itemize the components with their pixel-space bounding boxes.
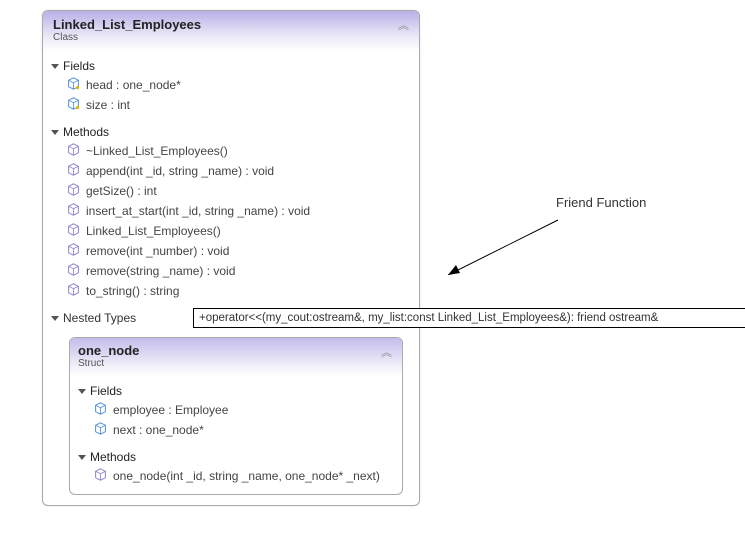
friend-function-annotation: Friend Function bbox=[556, 195, 646, 210]
nested-types-section: Nested Types +operator<<(my_cout:ostream… bbox=[43, 303, 419, 505]
struct-methods-section: Methods one_node(int _id, string _name, … bbox=[70, 442, 402, 494]
expand-triangle-icon bbox=[78, 455, 86, 460]
list-item: ~Linked_List_Employees() bbox=[51, 141, 411, 161]
annotation-arrow-icon bbox=[438, 215, 568, 275]
field-label: size : int bbox=[86, 98, 130, 112]
method-icon bbox=[67, 183, 80, 199]
methods-section: Methods ~Linked_List_Employees() append(… bbox=[43, 117, 419, 303]
collapse-chevron-icon[interactable]: ︽ bbox=[398, 17, 409, 33]
method-icon bbox=[67, 203, 80, 219]
expand-triangle-icon bbox=[51, 130, 59, 135]
list-item: insert_at_start(int _id, string _name) :… bbox=[51, 201, 411, 221]
fields-section: Fields head : one_node* size : int bbox=[43, 51, 419, 117]
class-kind: Class bbox=[53, 32, 409, 43]
list-item: head : one_node* bbox=[51, 75, 411, 95]
list-item: employee : Employee bbox=[78, 400, 394, 420]
class-diagram-box: Linked_List_Employees Class ︽ Fields hea… bbox=[42, 10, 420, 506]
fields-section-title[interactable]: Fields bbox=[51, 59, 411, 73]
field-private-icon bbox=[67, 97, 80, 113]
collapse-chevron-icon[interactable]: ︽ bbox=[381, 344, 392, 360]
list-item: remove(string _name) : void bbox=[51, 261, 411, 281]
methods-section-title[interactable]: Methods bbox=[78, 450, 394, 464]
method-label: ~Linked_List_Employees() bbox=[86, 144, 228, 158]
field-private-icon bbox=[67, 77, 80, 93]
method-icon bbox=[67, 263, 80, 279]
method-label: append(int _id, string _name) : void bbox=[86, 164, 274, 178]
list-item: getSize() : int bbox=[51, 181, 411, 201]
class-name: Linked_List_Employees bbox=[53, 17, 409, 32]
section-label: Fields bbox=[90, 384, 122, 398]
struct-diagram-box: one_node Struct ︽ Fields employee : Empl… bbox=[69, 337, 403, 495]
list-item: Linked_List_Employees() bbox=[51, 221, 411, 241]
field-label: head : one_node* bbox=[86, 78, 181, 92]
method-icon bbox=[67, 283, 80, 299]
method-label: one_node(int _id, string _name, one_node… bbox=[113, 469, 380, 483]
list-item: to_string() : string bbox=[51, 281, 411, 301]
expand-triangle-icon bbox=[51, 316, 59, 321]
fields-section-title[interactable]: Fields bbox=[78, 384, 394, 398]
list-item: one_node(int _id, string _name, one_node… bbox=[78, 466, 394, 486]
method-label: getSize() : int bbox=[86, 184, 157, 198]
methods-section-title[interactable]: Methods bbox=[51, 125, 411, 139]
field-label: employee : Employee bbox=[113, 403, 228, 417]
field-icon bbox=[94, 422, 107, 438]
friend-function-box: +operator<<(my_cout:ostream&, my_list:co… bbox=[193, 308, 745, 328]
struct-kind: Struct bbox=[78, 358, 394, 369]
method-icon bbox=[67, 143, 80, 159]
field-icon bbox=[94, 402, 107, 418]
section-label: Fields bbox=[63, 59, 95, 73]
method-icon bbox=[67, 243, 80, 259]
class-header: Linked_List_Employees Class ︽ bbox=[43, 11, 419, 51]
list-item: next : one_node* bbox=[78, 420, 394, 440]
field-label: next : one_node* bbox=[113, 423, 204, 437]
method-label: remove(string _name) : void bbox=[86, 264, 235, 278]
method-label: to_string() : string bbox=[86, 284, 179, 298]
section-label: Nested Types bbox=[63, 311, 136, 325]
list-item: size : int bbox=[51, 95, 411, 115]
method-label: insert_at_start(int _id, string _name) :… bbox=[86, 204, 310, 218]
method-icon bbox=[67, 163, 80, 179]
struct-fields-section: Fields employee : Employee next : one_no… bbox=[70, 376, 402, 442]
list-item: remove(int _number) : void bbox=[51, 241, 411, 261]
section-label: Methods bbox=[63, 125, 109, 139]
method-label: remove(int _number) : void bbox=[86, 244, 229, 258]
expand-triangle-icon bbox=[51, 64, 59, 69]
method-label: Linked_List_Employees() bbox=[86, 224, 221, 238]
struct-name: one_node bbox=[78, 343, 394, 358]
section-label: Methods bbox=[90, 450, 136, 464]
struct-header: one_node Struct ︽ bbox=[70, 338, 402, 376]
expand-triangle-icon bbox=[78, 389, 86, 394]
list-item: append(int _id, string _name) : void bbox=[51, 161, 411, 181]
method-icon bbox=[67, 223, 80, 239]
method-icon bbox=[94, 468, 107, 484]
